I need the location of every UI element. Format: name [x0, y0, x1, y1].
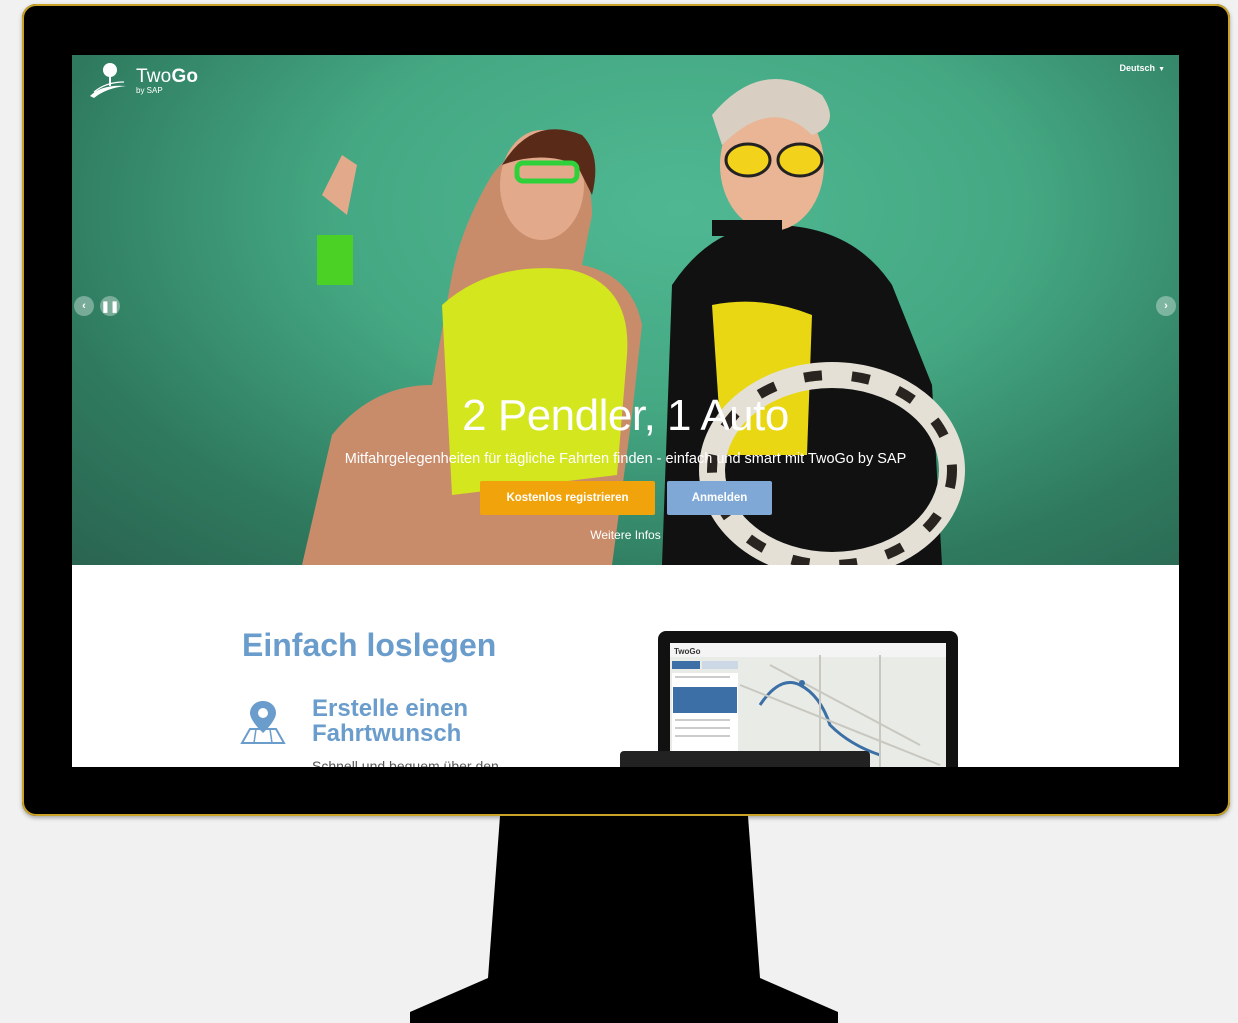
- pause-icon: ❚❚: [100, 300, 120, 313]
- caret-down-icon: ▼: [1158, 66, 1165, 73]
- step-title: Erstelle einen Fahrtwunsch: [312, 696, 468, 746]
- step-title-line2: Fahrtwunsch: [312, 720, 462, 747]
- map-pin-icon: [240, 701, 286, 744]
- carousel-next-button[interactable]: ›: [1156, 296, 1176, 316]
- login-button[interactable]: Anmelden: [667, 481, 772, 515]
- tree-icon: [90, 63, 126, 98]
- twogo-logo[interactable]: TwoGo by SAP: [88, 61, 198, 101]
- hero-headline: 2 Pendler, 1 Auto: [462, 391, 789, 440]
- hero-carousel: TwoGo by SAP Deutsch ▼ ‹ ❚❚ › 2 Pendler, …: [72, 55, 1179, 565]
- chevron-left-icon: ‹: [82, 300, 86, 312]
- step-text: Schnell und bequem über den: [312, 758, 499, 767]
- language-label: Deutsch: [1119, 63, 1156, 73]
- svg-text:TwoGo: TwoGo: [674, 647, 701, 656]
- device-preview-image: TwoGo: [620, 631, 958, 767]
- logo-name-bold: Go: [171, 66, 199, 87]
- logo-name-light: Two: [136, 66, 172, 87]
- logo-text: TwoGo by SAP: [136, 67, 198, 95]
- step-title-line1: Erstelle einen: [312, 695, 469, 722]
- logo-sub: by SAP: [136, 86, 163, 95]
- carousel-pause-button[interactable]: ❚❚: [100, 296, 120, 316]
- section-title: Einfach loslegen: [242, 627, 497, 663]
- chevron-right-icon: ›: [1164, 300, 1168, 312]
- more-info-link[interactable]: Weitere Infos: [72, 528, 1179, 542]
- register-button[interactable]: Kostenlos registrieren: [480, 481, 655, 515]
- browser-screen: TwoGo by SAP Deutsch ▼ ‹ ❚❚ › 2 Pendler, …: [72, 55, 1179, 767]
- carousel-prev-button[interactable]: ‹: [74, 296, 94, 316]
- hero-subline: Mitfahrgelegenheiten für tägliche Fahrte…: [344, 451, 907, 467]
- language-selector[interactable]: Deutsch ▼: [1120, 63, 1165, 73]
